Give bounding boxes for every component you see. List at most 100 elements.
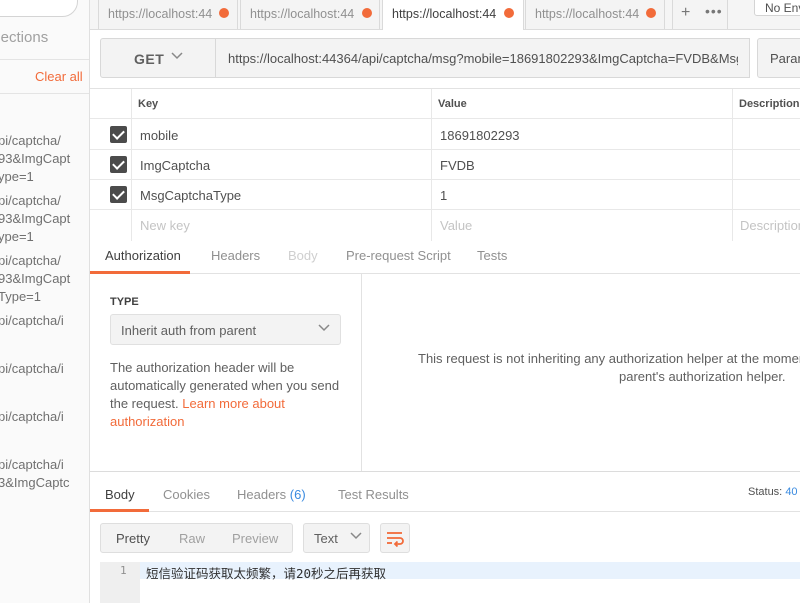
request-subtabs: Authorization Headers Body Pre-request S… xyxy=(90,241,800,274)
auth-type-select[interactable]: Inherit auth from parent xyxy=(110,314,341,345)
param-checkbox[interactable] xyxy=(110,156,127,173)
tab-tests[interactable]: Tests xyxy=(477,248,507,263)
response-body-viewer[interactable]: 1 短信验证码获取太频繁，请20秒之后再获取 xyxy=(100,562,800,603)
history-item[interactable]: pi/captcha/ xyxy=(0,252,61,270)
sidebar: llections Clear all pi/captcha/ 93&ImgCa… xyxy=(0,0,90,603)
column-header-key: Key xyxy=(138,98,159,110)
param-checkbox[interactable] xyxy=(110,186,127,203)
auth-description: The authorization header will be automat… xyxy=(110,359,350,431)
history-item[interactable]: ype=1 xyxy=(0,228,34,246)
wrap-lines-button[interactable] xyxy=(380,523,410,553)
request-tab[interactable]: https://localhost:44 xyxy=(525,0,665,29)
tab-label: https://localhost:44 xyxy=(108,7,213,21)
tab-actions: + ••• xyxy=(672,0,728,29)
column-header-value: Value xyxy=(438,98,467,110)
new-value-input[interactable]: Value xyxy=(440,218,472,233)
headers-count: (6) xyxy=(289,487,306,502)
table-header-row: Key Value Description xyxy=(90,89,800,119)
param-checkbox[interactable] xyxy=(110,126,127,143)
history-item[interactable]: pi/captcha/i xyxy=(0,360,64,378)
status-label: Status: xyxy=(748,486,783,498)
history-item[interactable]: 3&ImgCaptc xyxy=(0,474,70,492)
history-item[interactable]: 93&ImgCapt xyxy=(0,150,70,168)
history-item[interactable]: pi/captcha/ xyxy=(0,132,61,150)
param-value[interactable]: 1 xyxy=(440,188,447,203)
line-number: 1 xyxy=(120,564,127,577)
chevron-down-icon xyxy=(317,320,331,337)
code-line: 短信验证码获取太频繁，请20秒之后再获取 xyxy=(140,562,800,581)
content-type-select[interactable]: Text xyxy=(303,523,370,553)
tab-test-results[interactable]: Test Results xyxy=(338,487,409,502)
url-text: https://localhost:44364/api/captcha/msg?… xyxy=(228,51,738,66)
tab-label: https://localhost:44 xyxy=(392,7,497,21)
status-badge: Status: 40 xyxy=(748,486,798,498)
format-preview-button[interactable]: Preview xyxy=(232,531,278,546)
param-value[interactable]: 18691802293 xyxy=(440,128,520,143)
active-tab-indicator xyxy=(90,509,149,512)
auth-type-value: Inherit auth from parent xyxy=(121,323,257,338)
history-item[interactable]: 93&ImgCapt xyxy=(0,270,70,288)
history-item[interactable]: 93&ImgCapt xyxy=(0,210,70,228)
tab-cookies[interactable]: Cookies xyxy=(163,487,210,502)
unsaved-dot-icon xyxy=(646,8,656,18)
response-tabs: Body Cookies Headers (6) Test Results xyxy=(90,472,800,512)
wrap-icon xyxy=(381,532,409,555)
tab-response-headers[interactable]: Headers (6) xyxy=(237,487,306,502)
history-item[interactable]: pi/captcha/ xyxy=(0,192,61,210)
unsaved-dot-icon xyxy=(219,8,229,18)
chevron-down-icon xyxy=(350,529,362,544)
params-table: Key Value Description mobile 18691802293… xyxy=(90,88,800,241)
params-button[interactable]: Param xyxy=(757,38,800,78)
table-row: mobile 18691802293 xyxy=(90,120,800,150)
table-row: ImgCaptcha FVDB xyxy=(90,150,800,180)
tab-body[interactable]: Body xyxy=(288,248,318,263)
more-icon[interactable]: ••• xyxy=(705,3,723,19)
table-row: MsgCaptchaType 1 xyxy=(90,180,800,210)
url-input[interactable]: https://localhost:44364/api/captcha/msg?… xyxy=(216,38,750,78)
history-item[interactable]: pi/captcha/i xyxy=(0,456,64,474)
content-type-label: Text xyxy=(314,531,338,546)
method-label: GET xyxy=(134,51,165,67)
divider xyxy=(0,93,89,94)
format-toggle: Pretty Raw Preview xyxy=(100,523,293,553)
param-value[interactable]: FVDB xyxy=(440,158,475,173)
unsaved-dot-icon xyxy=(362,8,372,18)
history-item[interactable]: pi/captcha/i xyxy=(0,408,64,426)
format-raw-button[interactable]: Raw xyxy=(179,531,205,546)
auth-info-text: This request is not inheriting any autho… xyxy=(418,351,800,366)
history-item[interactable]: pi/captcha/i xyxy=(0,312,64,330)
request-tab[interactable]: https://localhost:44 xyxy=(240,0,380,29)
auth-info-text: parent's authorization helper. xyxy=(619,369,786,384)
method-select[interactable]: GET xyxy=(100,38,216,78)
param-key[interactable]: ImgCaptcha xyxy=(140,158,210,173)
unsaved-dot-icon xyxy=(504,8,514,18)
new-description-input[interactable]: Description xyxy=(740,218,800,233)
environment-label: No Env xyxy=(765,1,800,15)
new-key-input[interactable]: New key xyxy=(140,218,190,233)
sidebar-search-input[interactable] xyxy=(0,0,78,17)
history-item[interactable]: Type=1 xyxy=(0,288,41,306)
clear-all-link[interactable]: Clear all xyxy=(35,69,83,84)
line-gutter: 1 xyxy=(100,562,140,603)
plus-icon[interactable]: + xyxy=(681,4,690,22)
tab-headers[interactable]: Headers xyxy=(211,248,260,263)
auth-settings-panel: TYPE Inherit auth from parent The author… xyxy=(90,274,362,471)
params-label: Param xyxy=(770,51,800,66)
tab-label: https://localhost:44 xyxy=(535,7,640,21)
status-value: 40 xyxy=(785,486,798,498)
format-pretty-button[interactable]: Pretty xyxy=(116,531,150,546)
divider xyxy=(0,59,89,60)
param-key[interactable]: mobile xyxy=(140,128,178,143)
tab-authorization[interactable]: Authorization xyxy=(105,248,181,263)
collections-tab[interactable]: llections xyxy=(0,29,48,46)
request-tab[interactable]: https://localhost:44 xyxy=(98,0,238,29)
param-key[interactable]: MsgCaptchaType xyxy=(140,188,241,203)
tab-response-body[interactable]: Body xyxy=(105,487,135,502)
headers-label: Headers xyxy=(237,487,287,502)
column-header-description: Description xyxy=(739,98,800,110)
request-tab-active[interactable]: https://localhost:44 xyxy=(382,0,524,30)
auth-type-label: TYPE xyxy=(110,296,139,308)
history-item[interactable]: ype=1 xyxy=(0,168,34,186)
tab-pre-request-script[interactable]: Pre-request Script xyxy=(346,248,451,263)
environment-select[interactable]: No Env xyxy=(754,0,800,16)
